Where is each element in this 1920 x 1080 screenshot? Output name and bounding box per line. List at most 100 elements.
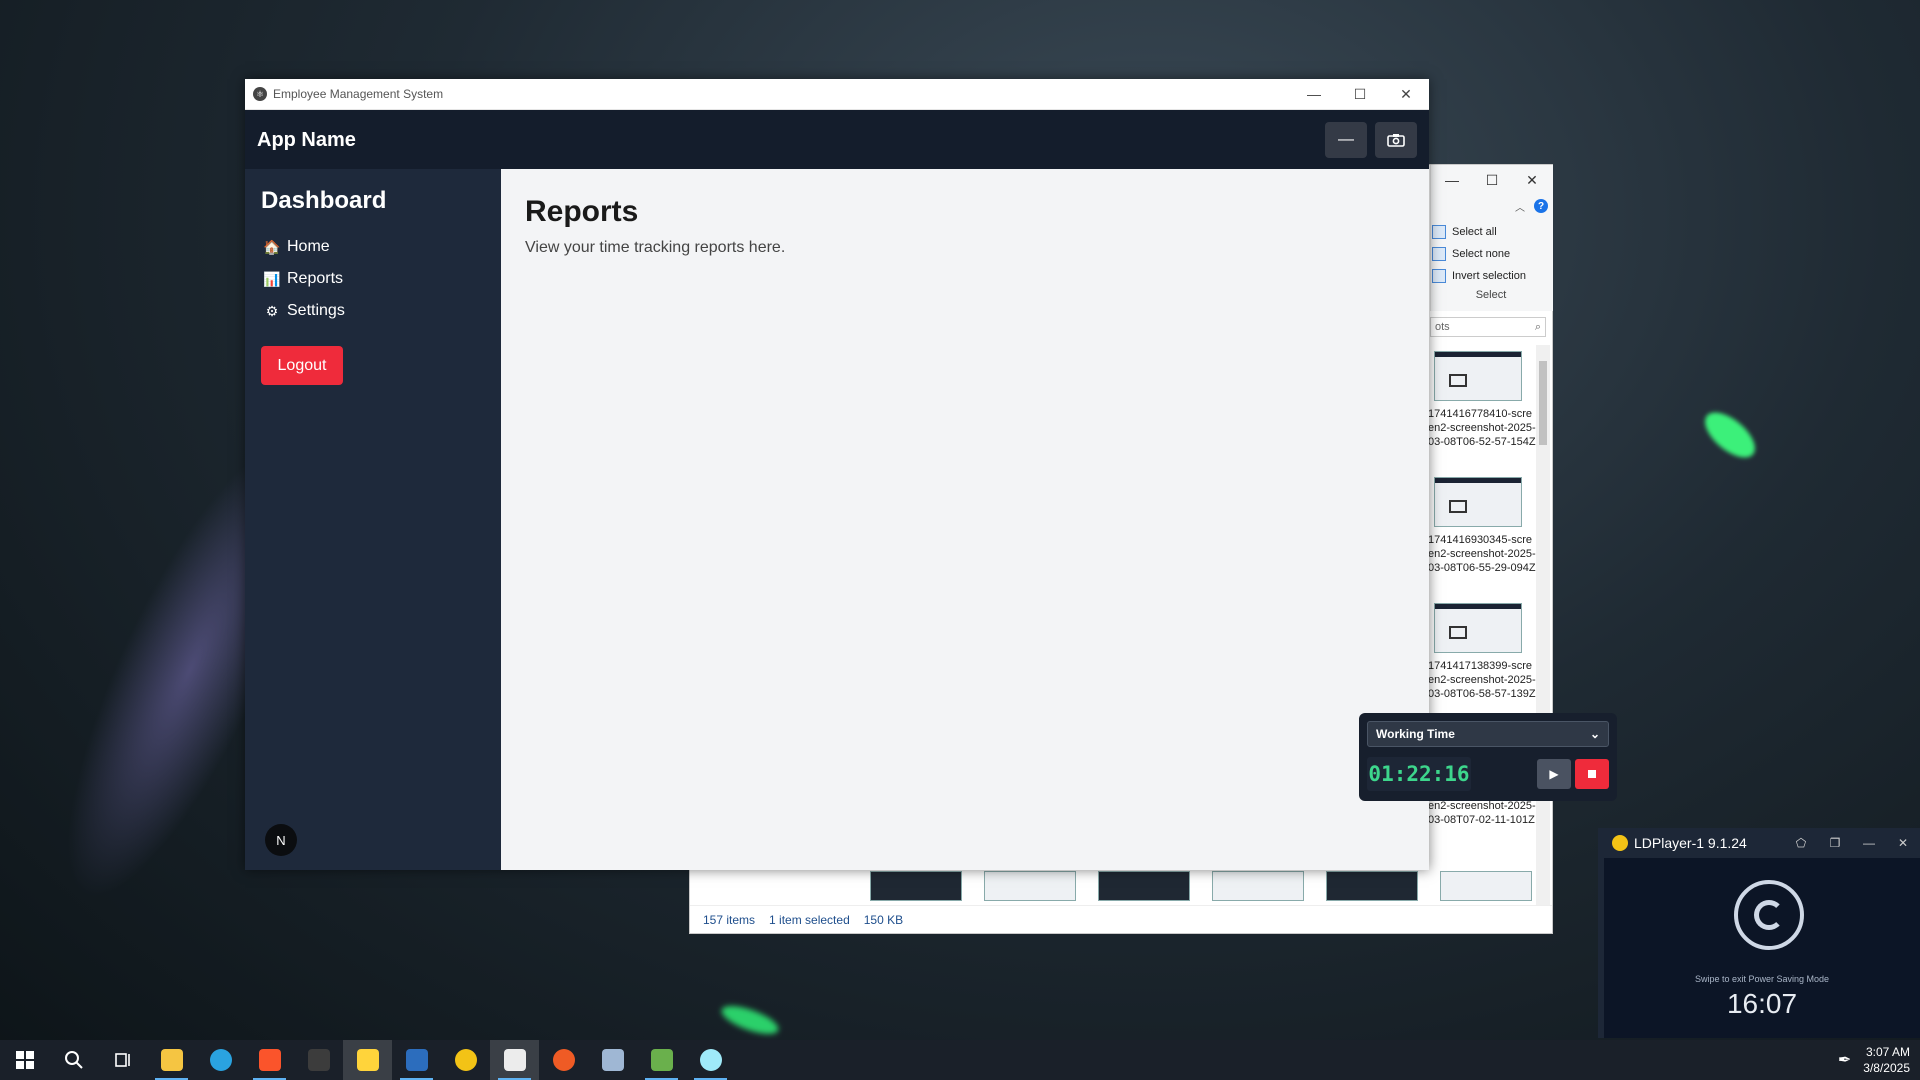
sticky-notes-icon [356,1049,379,1071]
search-button[interactable] [49,1040,98,1080]
explorer-search-input[interactable]: ots ⌕ [1430,317,1546,337]
file-explorer-icon [160,1049,183,1071]
taskbar-app[interactable] [686,1040,735,1080]
stop-timer-button[interactable] [1575,759,1609,789]
task-view-button[interactable] [98,1040,147,1080]
taskbar-app[interactable] [490,1040,539,1080]
file-thumbnail[interactable] [870,871,962,901]
file-thumbnail[interactable] [1098,871,1190,901]
gear-icon: ⚙ [265,302,279,319]
close-icon[interactable]: ✕ [1512,165,1552,195]
ldplayer-title: LDPlayer-1 9.1.24 [1634,835,1747,851]
logout-button[interactable]: Logout [261,346,343,385]
scrollbar-thumb[interactable] [1539,361,1547,445]
app-icon [503,1049,526,1071]
minus-icon: — [1338,131,1354,148]
camera-icon [1387,134,1405,147]
header-actions: — [1325,122,1417,158]
app-brand: App Name [257,128,356,151]
close-icon[interactable]: ✕ [1886,836,1920,850]
minimize-icon[interactable]: — [1852,836,1886,850]
ldplayer-titlebar[interactable]: LDPlayer-1 9.1.24 ⬠ ❐ — ✕ [1598,828,1920,858]
ldplayer-logo-icon [1612,835,1628,851]
sidebar-item-label: Home [287,238,330,255]
postman-icon [552,1049,575,1071]
file-item[interactable]: 1741416930345-screen2-screenshot-2025-03… [1428,477,1536,601]
maximize-icon[interactable]: ☐ [1337,79,1383,109]
system-tray: ✒ 3:07 AM 3/8/2025 [1838,1040,1910,1080]
taskbar-app[interactable] [539,1040,588,1080]
select-all-button[interactable]: Select all [1430,221,1552,243]
selection-size: 150 KB [863,912,904,927]
sidebar-item-settings[interactable]: ⚙ Settings [263,295,345,327]
file-item[interactable]: 1741417138399-screen2-screenshot-2025-03… [1428,603,1536,727]
minimize-icon[interactable]: — [1432,165,1472,195]
taskbar-app[interactable] [343,1040,392,1080]
explorer-status-bar: 157 items 1 item selected 150 KB [690,905,1552,933]
taskbar-app[interactable] [245,1040,294,1080]
pen-icon[interactable]: ✒ [1838,1050,1851,1070]
file-thumbnail[interactable] [1326,871,1418,901]
time-mode-select[interactable]: Working Time ⌄ [1367,721,1609,747]
employee-management-window: ⚛ Employee Management System — ☐ ✕ App N… [245,79,1617,870]
invert-selection-icon [1432,269,1446,283]
explorer-window-controls: — ☐ ✕ [1430,165,1552,195]
maximize-icon[interactable]: ☐ [1472,165,1512,195]
app-body: Dashboard 🏠 Home 📊 Reports ⚙ Settings Logou… [245,169,1617,870]
ldplayer-screen[interactable]: Swipe to exit Power Saving Mode 16:07 [1604,858,1920,1038]
restore-icon[interactable]: ❐ [1818,836,1852,850]
stop-icon [1588,770,1596,778]
minimize-icon[interactable]: — [1291,79,1337,109]
play-icon: ▶ [1549,767,1559,781]
close-icon[interactable]: ✕ [1383,79,1429,109]
invert-selection-button[interactable]: Invert selection [1430,265,1552,287]
page-description: View your time tracking reports here. [525,239,786,256]
pin-icon[interactable]: ⬠ [1784,836,1818,850]
sidebar-nav: 🏠 Home 📊 Reports ⚙ Settings [263,231,345,327]
start-timer-button[interactable]: ▶ [1537,759,1571,789]
power-saving-hint: Swipe to exit Power Saving Mode [1694,974,1830,984]
select-group-label: Select [1475,289,1507,301]
taskbar-app[interactable] [588,1040,637,1080]
page-title: Reports [525,195,639,228]
terminal-icon [307,1049,330,1071]
start-button[interactable] [0,1040,49,1080]
taskbar-app[interactable] [294,1040,343,1080]
edge-icon [209,1049,232,1071]
time-mode-value: Working Time [1376,727,1455,741]
select-none-button[interactable]: Select none [1430,243,1552,265]
taskbar-app[interactable] [637,1040,686,1080]
chevron-down-icon: ⌄ [1589,727,1600,741]
ldplayer-clock: 16:07 [1726,988,1798,1019]
screenshot-button[interactable] [1375,122,1417,158]
file-thumbnail [1434,477,1522,527]
taskbar-app[interactable] [392,1040,441,1080]
elapsed-time: 01:22:16 [1367,757,1471,791]
clock[interactable]: 3:07 AM 3/8/2025 [1863,1044,1910,1076]
window-titlebar[interactable]: ⚛ Employee Management System — ☐ ✕ [245,79,1429,110]
taskbar-app[interactable] [196,1040,245,1080]
file-thumbnail[interactable] [984,871,1076,901]
avatar[interactable]: N [265,824,297,856]
sidebar-item-label: Reports [287,270,344,287]
file-thumbnail[interactable] [1212,871,1304,901]
home-icon: 🏠 [263,238,281,255]
help-icon[interactable]: ? [1534,199,1548,213]
sidebar-item-label: Settings [287,302,345,319]
taskbar: ✒ 3:07 AM 3/8/2025 [0,1040,1920,1080]
file-thumbnail[interactable] [1440,871,1532,901]
file-item[interactable]: 1741416778410-screen2-screenshot-2025-03… [1428,351,1536,475]
collapse-ribbon-icon[interactable]: ︿ [1515,199,1525,214]
bottom-thumbnail-row [870,871,1532,901]
notepad-icon [650,1049,673,1071]
minimize-app-button[interactable]: — [1325,122,1367,158]
explorer-scrollbar[interactable] [1536,345,1550,905]
taskbar-app[interactable] [147,1040,196,1080]
chart-icon: 📊 [263,270,281,287]
sidebar-item-reports[interactable]: 📊 Reports [263,263,345,295]
windows-icon [15,1051,34,1069]
brave-icon [258,1049,281,1071]
selection-count: 1 item selected [769,912,850,927]
sidebar-item-home[interactable]: 🏠 Home [263,231,345,263]
taskbar-app[interactable] [441,1040,490,1080]
